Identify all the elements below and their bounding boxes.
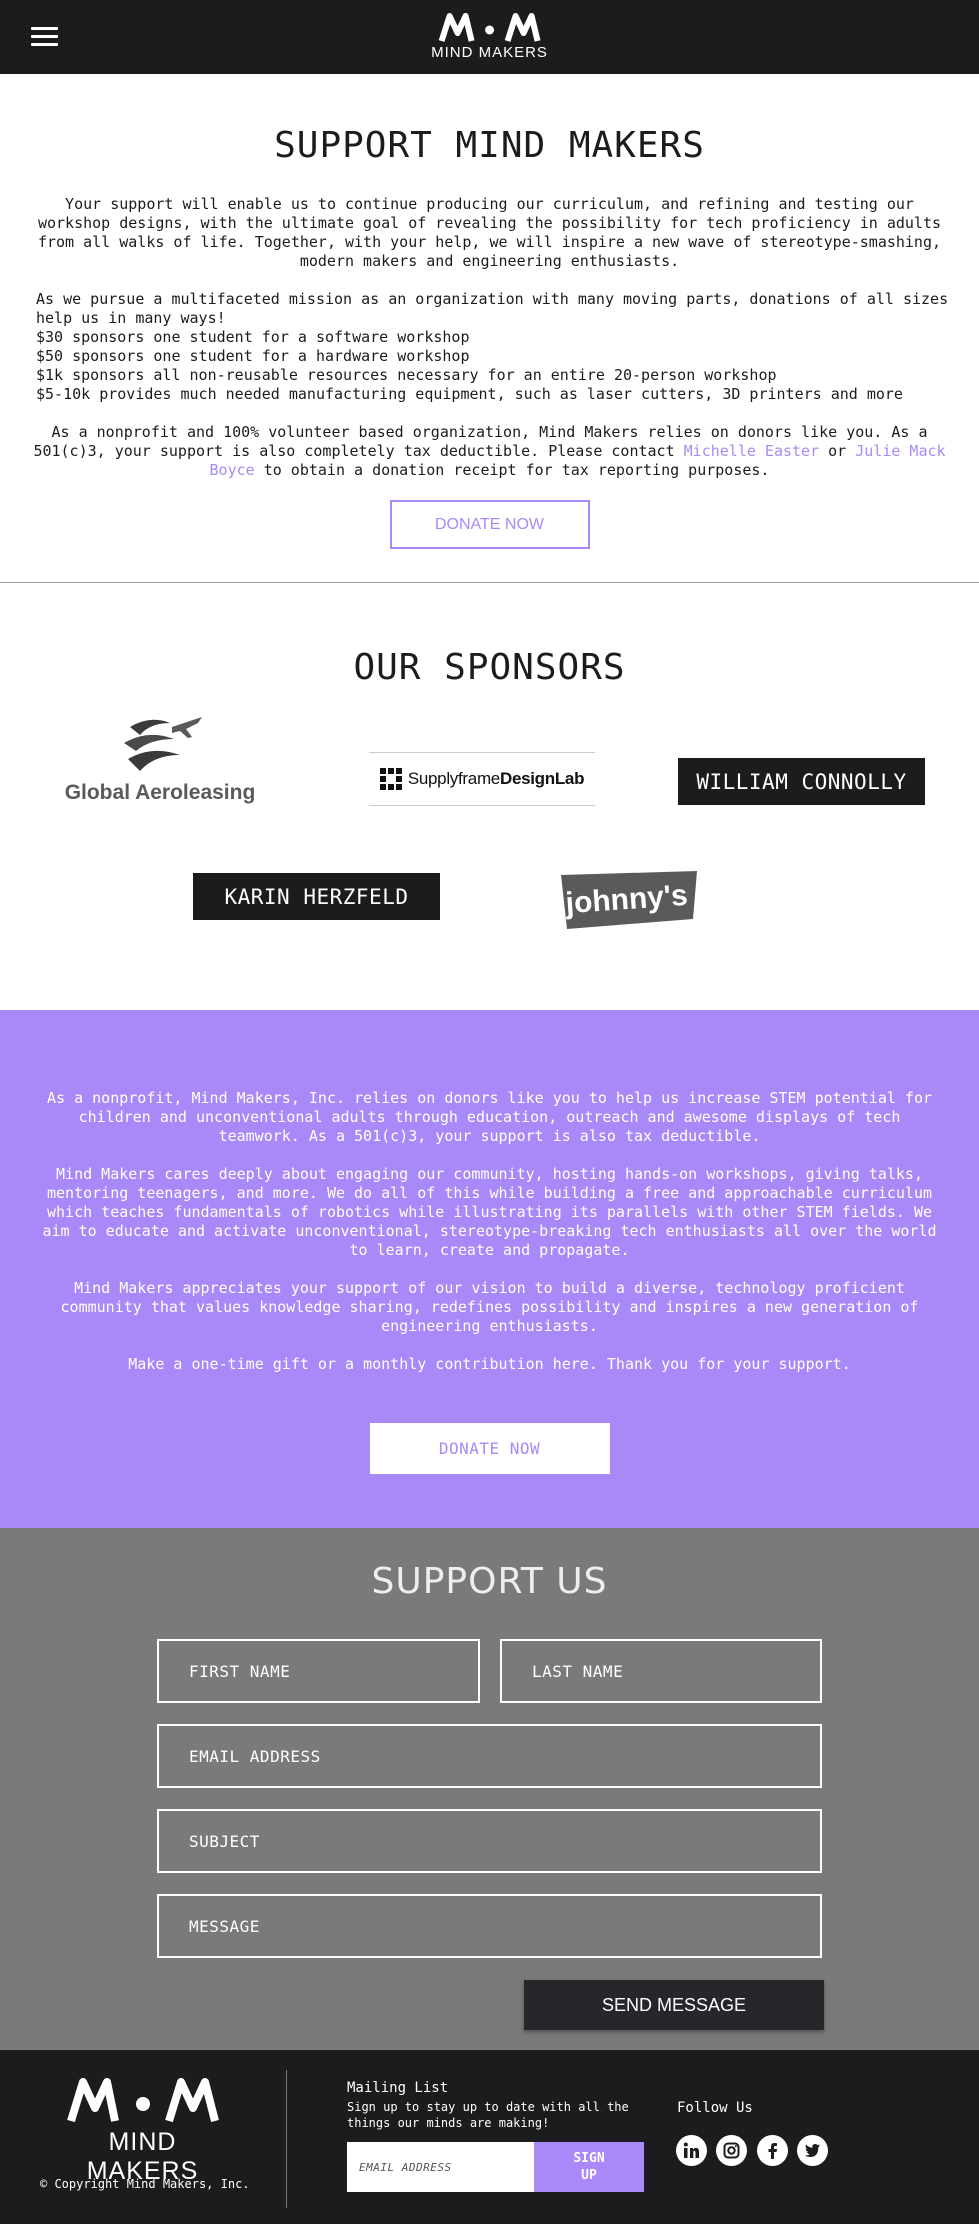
- sponsor-karin-herzfeld[interactable]: KARIN HERZFELD: [193, 873, 440, 920]
- support-paragraph-2: As we pursue a multifaceted mission as a…: [0, 290, 979, 404]
- p3-text-b: to obtain a donation receipt for tax rep…: [254, 461, 770, 479]
- designlab-word: DesignLab: [499, 769, 585, 788]
- footer-logo[interactable]: MIND MAKERS: [60, 2078, 225, 2186]
- contact-link-michelle[interactable]: Michelle Easter: [684, 442, 819, 460]
- support-paragraph-1: Your support will enable us to continue …: [37, 195, 942, 270]
- sponsor-johnnys[interactable]: johnny's: [557, 869, 701, 935]
- facebook-glyph: [768, 2143, 777, 2159]
- mailing-list-description: Sign up to stay up to date with all the …: [347, 2100, 629, 2130]
- global-aeroleasing-logo-icon: [124, 717, 202, 771]
- linkedin-icon[interactable]: [676, 2135, 707, 2166]
- donate-info-section: As a nonprofit, Mind Makers, Inc. relies…: [0, 1010, 979, 1528]
- sponsor-name-global: Global Aeroleasing: [64, 781, 256, 804]
- logo-text: MIND MAKERS: [431, 44, 548, 61]
- donation-intro: As we pursue a multifaceted mission as a…: [36, 290, 949, 327]
- copyright-text: © Copyright Mind Makers, Inc.: [40, 2177, 250, 2191]
- mind-makers-logo-icon: [66, 2078, 219, 2123]
- donation-tier: $1k sponsors all non-reusable resources …: [36, 366, 777, 384]
- p3-text-or: or: [819, 442, 856, 460]
- twitter-glyph: [805, 2144, 820, 2157]
- mind-makers-logo-icon: [438, 13, 541, 42]
- instagram-icon[interactable]: [716, 2135, 747, 2166]
- purple-paragraph-2: Mind Makers cares deeply about engaging …: [42, 1165, 937, 1259]
- support-paragraph-3: As a nonprofit and 100% volunteer based …: [0, 423, 979, 480]
- subject-field[interactable]: SUBJECT: [157, 1809, 822, 1873]
- sponsors-title: OUR SPONSORS: [353, 647, 626, 688]
- email-field[interactable]: EMAIL ADDRESS: [157, 1724, 822, 1788]
- sponsors-section: OUR SPONSORS Global Aeroleasing Supplyfr…: [0, 583, 979, 1010]
- support-form-section: SUPPORT US FIRST NAME LAST NAME EMAIL AD…: [0, 1528, 979, 2050]
- newsletter-email-input[interactable]: EMAIL ADDRESS: [347, 2142, 534, 2192]
- johnnys-logo-icon: johnny's: [561, 871, 697, 929]
- linkedin-glyph: [683, 2142, 699, 2158]
- support-section: SUPPORT MIND MAKERS Your support will en…: [0, 74, 979, 583]
- mailing-list-title: Mailing List: [347, 2080, 449, 2096]
- supplyframe-word: Supplyframe: [407, 769, 500, 788]
- sponsor-name-supplyframe: SupplyframeDesignLab: [407, 769, 585, 789]
- menu-icon[interactable]: [31, 27, 58, 47]
- top-header: MIND MAKERS: [0, 0, 979, 74]
- purple-paragraph-1: As a nonprofit, Mind Makers, Inc. relies…: [46, 1089, 932, 1145]
- footer: MIND MAKERS © Copyright Mind Makers, Inc…: [0, 2050, 979, 2224]
- sponsor-supplyframe[interactable]: SupplyframeDesignLab: [369, 752, 595, 806]
- sponsor-global-aeroleasing[interactable]: Global Aeroleasing: [50, 713, 270, 805]
- donation-tier: $30 sponsors one student for a software …: [36, 328, 470, 346]
- supplyframe-logo-icon: [379, 768, 402, 790]
- sponsor-william-connolly[interactable]: WILLIAM CONNOLLY: [678, 758, 925, 805]
- send-message-button[interactable]: SEND MESSAGE: [524, 1980, 824, 2030]
- header-logo[interactable]: MIND MAKERS: [431, 13, 548, 61]
- donation-tier: $50 sponsors one student for a hardware …: [36, 347, 470, 365]
- facebook-icon[interactable]: [757, 2135, 788, 2166]
- message-field[interactable]: MESSAGE: [157, 1894, 822, 1958]
- purple-paragraph-3: Mind Makers appreciates your support of …: [60, 1279, 919, 1335]
- donate-now-button[interactable]: DONATE NOW: [389, 500, 590, 549]
- instagram-glyph: [723, 2142, 740, 2159]
- footer-divider: [286, 2070, 287, 2208]
- first-name-field[interactable]: FIRST NAME: [157, 1639, 480, 1703]
- support-us-title: SUPPORT US: [371, 1561, 608, 1602]
- donation-tier: $5-10k provides much needed manufacturin…: [36, 385, 903, 403]
- follow-us-label: Follow Us: [677, 2100, 753, 2116]
- purple-paragraph-4: Make a one-time gift or a monthly contri…: [128, 1355, 851, 1373]
- last-name-field[interactable]: LAST NAME: [500, 1639, 822, 1703]
- donate-now-button-secondary[interactable]: DONATE NOW: [369, 1423, 610, 1474]
- twitter-icon[interactable]: [797, 2135, 828, 2166]
- support-title: SUPPORT MIND MAKERS: [274, 125, 705, 166]
- sign-up-button[interactable]: SIGN UP: [534, 2142, 644, 2192]
